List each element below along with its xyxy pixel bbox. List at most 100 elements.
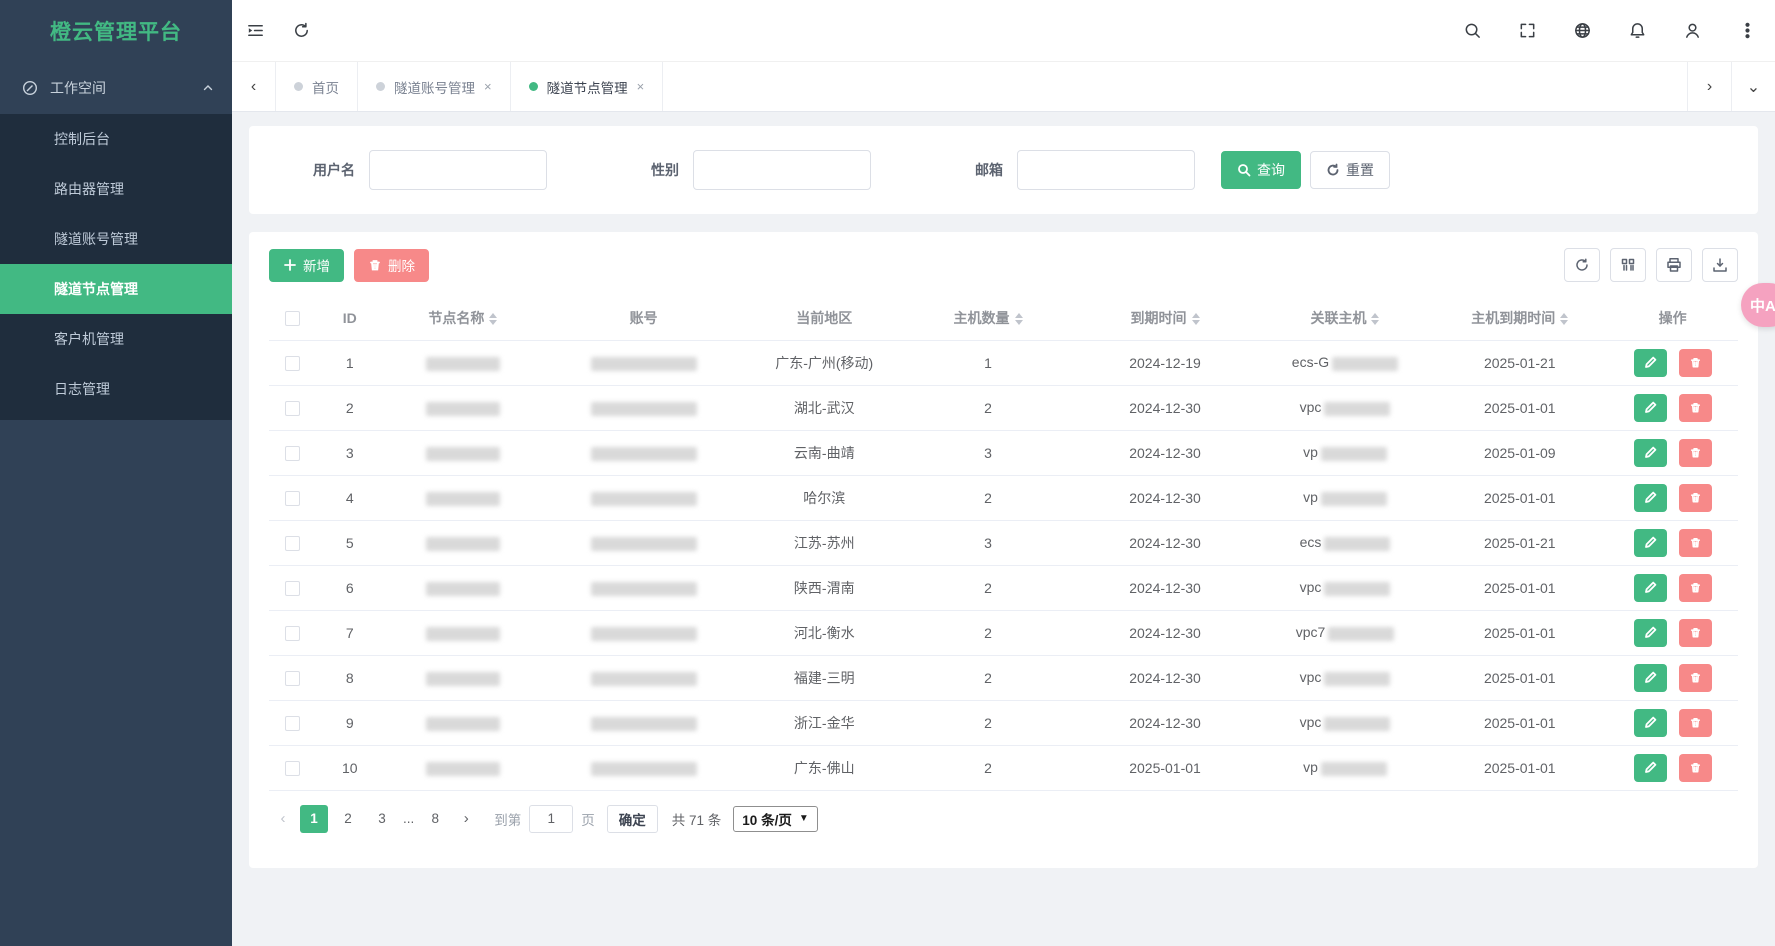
refresh-table-icon[interactable] <box>1564 248 1600 282</box>
page-button-3[interactable]: 3 <box>368 805 396 833</box>
cell-expire-date: 2024-12-30 <box>1072 430 1257 475</box>
column-header-4[interactable]: 主机数量 <box>904 296 1073 340</box>
edit-button[interactable] <box>1634 754 1667 782</box>
edit-button[interactable] <box>1634 484 1667 512</box>
search-icon[interactable] <box>1445 0 1500 61</box>
tab-1[interactable]: 隧道账号管理× <box>358 62 511 111</box>
tabs-prev-icon[interactable]: ‹ <box>232 62 276 111</box>
page-button-2[interactable]: 2 <box>334 805 362 833</box>
row-checkbox[interactable] <box>285 626 300 641</box>
tab-2[interactable]: 隧道节点管理× <box>511 62 664 111</box>
row-delete-button[interactable] <box>1679 484 1712 512</box>
row-checkbox[interactable] <box>285 536 300 551</box>
row-delete-button[interactable] <box>1679 439 1712 467</box>
sort-carets-icon[interactable] <box>489 313 497 325</box>
add-button[interactable]: 新增 <box>269 249 344 282</box>
page-next-icon[interactable]: › <box>452 805 480 833</box>
gender-input[interactable] <box>693 150 871 190</box>
bell-icon[interactable] <box>1610 0 1665 61</box>
column-header-6[interactable]: 关联主机 <box>1258 296 1433 340</box>
email-input[interactable] <box>1017 150 1195 190</box>
user-icon[interactable] <box>1665 0 1720 61</box>
tabs-more-icon[interactable]: ⌄ <box>1731 62 1775 111</box>
tab-0[interactable]: 首页 <box>276 62 358 111</box>
table-row: 3 云南-曲靖 3 2024-12-30 vp 2025-01-09 <box>269 430 1738 475</box>
edit-button[interactable] <box>1634 709 1667 737</box>
page-button-8[interactable]: 8 <box>421 805 449 833</box>
search-button[interactable]: 查询 <box>1221 151 1301 189</box>
edit-button[interactable] <box>1634 439 1667 467</box>
cell-host-count: 2 <box>904 565 1073 610</box>
print-icon[interactable] <box>1656 248 1692 282</box>
column-header-5[interactable]: 到期时间 <box>1072 296 1257 340</box>
row-checkbox[interactable] <box>285 491 300 506</box>
row-delete-button[interactable] <box>1679 709 1712 737</box>
redacted-account <box>591 492 697 506</box>
row-delete-button[interactable] <box>1679 574 1712 602</box>
row-delete-button[interactable] <box>1679 394 1712 422</box>
collapse-sidebar-icon[interactable] <box>232 0 278 61</box>
more-icon[interactable] <box>1720 0 1775 61</box>
tab-close-icon[interactable]: × <box>637 80 645 93</box>
sort-carets-icon[interactable] <box>1192 313 1200 325</box>
goto-confirm-button[interactable]: 确定 <box>607 805 658 833</box>
sidebar-item-3[interactable]: 隧道节点管理 <box>0 264 232 314</box>
table-row: 5 江苏-苏州 3 2024-12-30 ecs 2025-01-21 <box>269 520 1738 565</box>
refresh-page-icon[interactable] <box>278 0 324 61</box>
page-prev-icon[interactable]: ‹ <box>269 805 297 833</box>
reset-button[interactable]: 重置 <box>1310 151 1390 189</box>
row-delete-button[interactable] <box>1679 529 1712 557</box>
cell-actions <box>1607 565 1738 610</box>
delete-button[interactable]: 删除 <box>354 249 429 282</box>
goto-page-input[interactable] <box>529 805 573 833</box>
edit-button[interactable] <box>1634 529 1667 557</box>
edit-button[interactable] <box>1634 574 1667 602</box>
edit-button[interactable] <box>1634 394 1667 422</box>
row-delete-button[interactable] <box>1679 754 1712 782</box>
pager-ellipsis[interactable]: ... <box>403 811 414 826</box>
cell-account <box>542 745 745 790</box>
columns-icon[interactable] <box>1610 248 1646 282</box>
sidebar-item-2[interactable]: 隧道账号管理 <box>0 214 232 264</box>
page-size-select[interactable]: 10 条/页 ▼ <box>733 806 817 832</box>
sort-carets-icon[interactable] <box>1560 313 1568 325</box>
pencil-icon <box>1644 401 1657 414</box>
row-checkbox[interactable] <box>285 671 300 686</box>
row-checkbox[interactable] <box>285 716 300 731</box>
page-button-1[interactable]: 1 <box>300 805 328 833</box>
row-delete-button[interactable] <box>1679 349 1712 377</box>
globe-icon[interactable] <box>1555 0 1610 61</box>
row-checkbox[interactable] <box>285 356 300 371</box>
column-header-1[interactable]: 节点名称 <box>384 296 543 340</box>
column-header-7[interactable]: 主机到期时间 <box>1432 296 1607 340</box>
cell-expire-date: 2024-12-30 <box>1072 385 1257 430</box>
row-delete-button[interactable] <box>1679 664 1712 692</box>
row-checkbox[interactable] <box>285 581 300 596</box>
row-checkbox[interactable] <box>285 446 300 461</box>
edit-button[interactable] <box>1634 619 1667 647</box>
sidebar-group-workspace[interactable]: 工作空间 <box>0 62 232 114</box>
select-all-checkbox[interactable] <box>285 311 300 326</box>
sort-carets-icon[interactable] <box>1015 313 1023 325</box>
edit-button[interactable] <box>1634 349 1667 377</box>
sidebar-item-4[interactable]: 客户机管理 <box>0 314 232 364</box>
sidebar-item-0[interactable]: 控制后台 <box>0 114 232 164</box>
pencil-icon <box>1644 761 1657 774</box>
tabs-next-icon[interactable]: › <box>1687 62 1731 111</box>
row-delete-button[interactable] <box>1679 619 1712 647</box>
sidebar-item-5[interactable]: 日志管理 <box>0 364 232 414</box>
row-select-cell <box>269 430 316 475</box>
edit-button[interactable] <box>1634 664 1667 692</box>
tab-close-icon[interactable]: × <box>484 80 492 93</box>
row-checkbox[interactable] <box>285 401 300 416</box>
form-group-email: 邮箱 <box>975 150 1195 190</box>
sidebar-item-1[interactable]: 路由器管理 <box>0 164 232 214</box>
cell-region: 广东-佛山 <box>745 745 904 790</box>
row-checkbox[interactable] <box>285 761 300 776</box>
fullscreen-icon[interactable] <box>1500 0 1555 61</box>
sort-carets-icon[interactable] <box>1371 313 1379 325</box>
username-input[interactable] <box>369 150 547 190</box>
redacted-node-name <box>426 582 500 596</box>
cell-linked-host: vp <box>1258 475 1433 520</box>
export-icon[interactable] <box>1702 248 1738 282</box>
